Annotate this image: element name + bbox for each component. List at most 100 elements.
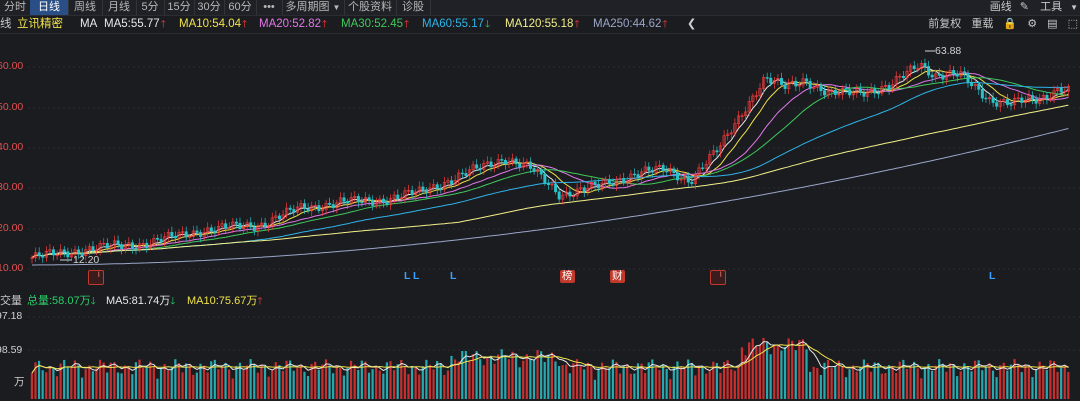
volume-chart[interactable] [0, 309, 1080, 401]
candle-body [249, 222, 253, 228]
tab-6[interactable]: 30分 [194, 0, 225, 15]
candle-body [1009, 104, 1013, 106]
volume-bar [159, 368, 163, 399]
tab-0[interactable]: 分时 [0, 0, 31, 15]
ma-line [31, 66, 1069, 259]
candle-body [439, 188, 443, 190]
tab-5[interactable]: 15分 [164, 0, 195, 15]
tab-10[interactable]: 个股资料 [344, 0, 397, 15]
candle-body [199, 232, 203, 237]
volume-bar [812, 366, 815, 399]
volume-bar [131, 374, 134, 399]
candle-body [858, 88, 862, 93]
candle-body [844, 88, 848, 90]
volume-bar [518, 367, 521, 399]
ma-bar-tools: 前复权 重载 🔒 ⚙ ▤ ⬚ [921, 16, 1078, 33]
candle-body [672, 168, 676, 174]
volume-bar [586, 362, 589, 399]
candle-body [955, 73, 959, 77]
event-badge[interactable]: 财 [610, 270, 625, 283]
ma-item-6: MA250:44.62🡑 [593, 16, 668, 33]
collapse-chevron-icon[interactable]: ❮ [687, 16, 696, 33]
volume-bar [70, 366, 73, 399]
event-badge[interactable]: ᅵ [710, 270, 726, 285]
event-badge[interactable]: L [448, 270, 458, 283]
volume-bar [407, 374, 410, 399]
candle-body [780, 78, 784, 85]
volume-bar [242, 369, 245, 399]
event-badge[interactable]: ᅵ [88, 270, 104, 285]
volume-bar [905, 368, 909, 399]
volume-bar [511, 351, 514, 399]
candle-body [277, 215, 281, 220]
volume-bar [848, 369, 851, 399]
volume-bar [532, 359, 536, 399]
candle-body [1034, 98, 1038, 104]
volume-bar [471, 354, 475, 399]
ma-label[interactable]: MA [80, 16, 97, 33]
candle-body [887, 85, 891, 90]
tab-2[interactable]: 周线 [68, 0, 103, 15]
volume-bar [920, 378, 923, 399]
reload-button[interactable]: 重载 [971, 18, 993, 30]
stock-name[interactable]: 立讯精密 [17, 16, 63, 33]
ma250-line [32, 128, 1069, 266]
volume-bar [1027, 366, 1030, 399]
volume-bar [654, 367, 657, 399]
volume-bar [679, 367, 683, 399]
volume-bar [572, 363, 575, 399]
price-tick-label: 30.00 [0, 181, 24, 193]
tab-3[interactable]: 月线 [102, 0, 137, 15]
tools-button[interactable]: 工具 [1040, 1, 1062, 13]
ma-item-text: MA20:52.82 [259, 18, 322, 30]
candle-body [876, 92, 880, 95]
volume-ma5-text: MA5:81.74万 [106, 295, 171, 307]
tab-9[interactable]: 多周期图 ▼ [282, 0, 345, 15]
tab-1[interactable]: 日线 [30, 0, 69, 15]
candle-body [783, 84, 787, 89]
period-toolbar: 分时 日线 周线 月线 5分 15分 30分 60分 ••• 多周期图 ▼ 个股资料 诊股 画线 ✎ 工具… [0, 0, 1080, 16]
lock-icon[interactable]: 🔒 [1003, 18, 1017, 30]
expand-icon[interactable]: ⬚ [1068, 18, 1078, 30]
candle-body [636, 174, 640, 178]
ma-indicator-bar: 线 立讯精密 MA MA5:55.77🡑 MA10:54.04🡑 MA20:52.8… [0, 16, 1080, 34]
tab-7[interactable]: 60分 [224, 0, 257, 15]
candle-body [622, 178, 626, 184]
volume-bar [672, 366, 675, 399]
candle-body [873, 88, 877, 94]
tab-11[interactable]: 诊股 [396, 0, 431, 15]
volume-bar [608, 368, 611, 399]
volume-bar [360, 360, 363, 399]
volume-bar [443, 374, 446, 399]
candle-body [62, 249, 66, 253]
tab-8[interactable]: ••• [256, 0, 283, 15]
candle-body [41, 255, 45, 258]
event-badge[interactable]: L [411, 270, 421, 283]
arrow-down-icon: 🡓 [90, 296, 96, 307]
volume-bar [1060, 367, 1063, 399]
volume-bar [959, 371, 962, 399]
volume-bar [970, 371, 973, 399]
chart-type-label: 线 [0, 18, 12, 30]
tab-4[interactable]: 5分 [136, 0, 165, 15]
candle-body [805, 78, 809, 82]
event-badge[interactable]: L [987, 270, 997, 283]
event-badge[interactable]: 榜 [560, 270, 575, 283]
candle-body [381, 198, 385, 203]
adjust-button[interactable]: 前复权 [928, 18, 961, 30]
ma-item-4: MA60:55.17🡓 [422, 16, 490, 33]
layout-icon[interactable]: ▤ [1047, 18, 1057, 30]
volume-bar [1017, 364, 1020, 399]
volume-bar [669, 379, 672, 399]
candle-body [450, 180, 454, 185]
draw-line-button[interactable]: 画线 [990, 1, 1012, 13]
gear-icon[interactable]: ⚙ [1027, 18, 1037, 30]
kline-chart[interactable] [0, 34, 1080, 294]
volume-bar [1034, 369, 1038, 399]
volume-bar [999, 365, 1002, 399]
candle-body [156, 238, 160, 240]
volume-bar [855, 371, 858, 399]
candle-body [77, 249, 81, 254]
candle-body [464, 173, 468, 176]
volume-bar [730, 369, 733, 399]
